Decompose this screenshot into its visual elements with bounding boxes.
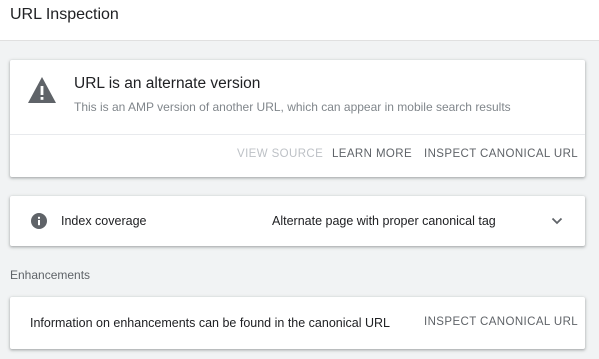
status-description: This is an AMP version of another URL, w… — [74, 100, 511, 114]
page-header: URL Inspection — [0, 0, 599, 41]
status-title: URL is an alternate version — [74, 75, 261, 92]
view-source-button[interactable]: VIEW SOURCE — [237, 148, 323, 160]
index-coverage-card[interactable]: Index coverage Alternate page with prope… — [10, 196, 585, 246]
enhancements-card: Information on enhancements can be found… — [10, 297, 585, 349]
enhancements-section-label: Enhancements — [10, 268, 91, 282]
info-icon — [31, 213, 47, 229]
index-coverage-label: Index coverage — [61, 214, 147, 228]
learn-more-button[interactable]: LEARN MORE — [332, 148, 412, 160]
index-coverage-value: Alternate page with proper canonical tag — [272, 214, 496, 228]
warning-icon — [28, 77, 56, 103]
chevron-down-icon[interactable] — [550, 214, 564, 228]
inspect-canonical-url-button[interactable]: INSPECT CANONICAL URL — [424, 148, 578, 160]
card-divider — [10, 134, 585, 135]
enhancements-info-text: Information on enhancements can be found… — [30, 316, 390, 330]
status-card: URL is an alternate version This is an A… — [10, 60, 585, 177]
page-title: URL Inspection — [10, 6, 119, 23]
enhancements-inspect-canonical-url-button[interactable]: INSPECT CANONICAL URL — [424, 316, 578, 328]
